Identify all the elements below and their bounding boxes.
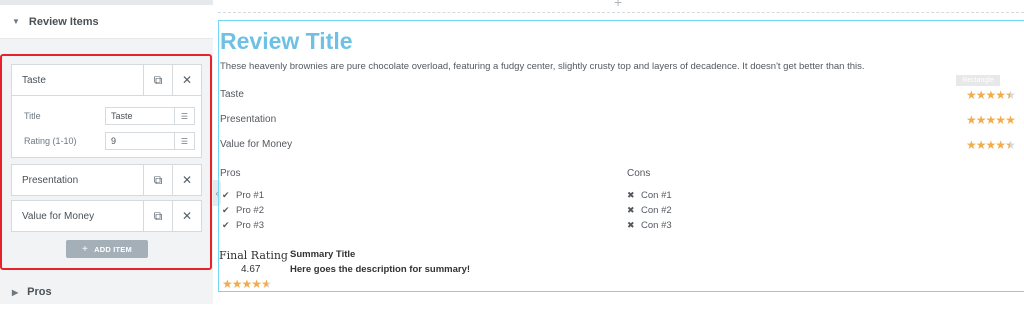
con-item: ✖ Con #3 — [627, 220, 672, 231]
title-input-box: Taste ☰ — [105, 107, 195, 125]
star-icon: ★ — [241, 277, 253, 291]
repeater-row-value-for-money[interactable]: Value for Money ⧉ ✕ — [11, 200, 202, 232]
title-field: Title Taste ☰ — [12, 106, 203, 126]
section-pros-label: Pros — [27, 286, 52, 298]
close-icon[interactable]: ✕ — [172, 65, 201, 95]
rating-label-presentation: Presentation — [220, 114, 277, 125]
repeater-row-title[interactable]: Value for Money — [12, 201, 143, 231]
star-icon: ★ — [995, 138, 1006, 152]
title-field-label: Title — [24, 111, 41, 121]
con-item: ✖ Con #2 — [627, 205, 672, 216]
rating-field-label: Rating (1-10) — [24, 136, 77, 146]
pro-item: ✔ Pro #3 — [222, 220, 264, 231]
star-icon: ★ — [1005, 88, 1016, 102]
con-item-text: Con #3 — [641, 220, 672, 231]
star-icon: ★ — [985, 88, 997, 102]
star-icon: ★ — [966, 138, 977, 152]
cross-icon: ✖ — [627, 190, 635, 200]
con-item-text: Con #1 — [641, 190, 672, 201]
section-review-items-label: Review Items — [28, 15, 99, 28]
rating-input[interactable]: 9 — [106, 133, 174, 149]
copy-icon[interactable]: ⧉ — [143, 201, 172, 231]
caret-right-icon: ▶ — [12, 287, 19, 297]
pros-heading: Pros — [220, 168, 241, 179]
con-item: ✖ Con #1 — [627, 190, 672, 201]
star-rating-value: ★★★★★ — [966, 138, 1016, 152]
star-icon: ★ — [251, 277, 262, 291]
cross-icon: ✖ — [627, 205, 635, 215]
review-title: Review Title — [220, 28, 353, 54]
close-icon[interactable]: ✕ — [172, 201, 201, 231]
title-input[interactable]: Taste — [106, 108, 174, 124]
add-item-label: ADD ITEM — [94, 244, 132, 254]
final-rating-label: Final Rating — [219, 249, 288, 262]
repeater-row-title[interactable]: Taste — [12, 65, 143, 95]
star-icon: ★ — [985, 138, 997, 152]
rating-label-value: Value for Money — [220, 139, 293, 150]
repeater-row-title[interactable]: Presentation — [12, 165, 143, 195]
review-items-repeater: Taste ⧉ ✕ Title Taste ☰ Rating (1-10) 9 … — [0, 54, 212, 270]
rating-field: Rating (1-10) 9 ☰ — [12, 131, 203, 151]
star-icon: ★ — [1005, 113, 1016, 127]
plus-icon: + — [82, 243, 89, 255]
star-icon: ★ — [222, 277, 233, 291]
cons-heading: Cons — [627, 168, 651, 179]
repeater-row-taste[interactable]: Taste ⧉ ✕ — [11, 64, 202, 96]
con-item-text: Con #2 — [641, 205, 672, 216]
check-icon: ✔ — [222, 220, 230, 230]
rectangle-tag: Rectangle — [956, 75, 1000, 86]
add-section-icon[interactable]: + — [614, 0, 622, 10]
caret-down-icon: ▼ — [12, 17, 20, 26]
pro-item: ✔ Pro #1 — [222, 190, 264, 201]
check-icon: ✔ — [222, 205, 230, 215]
copy-icon[interactable]: ⧉ — [143, 65, 172, 95]
star-icon: ★ — [966, 113, 977, 127]
pro-item-text: Pro #2 — [236, 205, 264, 216]
repeater-row-edit-panel: Title Taste ☰ Rating (1-10) 9 ☰ — [11, 96, 202, 158]
summary-description: Here goes the description for summary! — [290, 264, 471, 275]
editor-panel: ▼ Review Items Taste ⧉ ✕ Title Taste ☰ R… — [0, 0, 213, 304]
star-icon: ★ — [966, 88, 977, 102]
star-icon: ★ — [1005, 138, 1016, 152]
star-icon: ★ — [231, 277, 243, 291]
star-icon: ★ — [975, 113, 987, 127]
rating-input-box: 9 ☰ — [105, 132, 195, 150]
section-review-items[interactable]: ▼ Review Items — [0, 5, 213, 39]
database-icon[interactable]: ☰ — [174, 133, 194, 149]
database-icon[interactable]: ☰ — [174, 108, 194, 124]
pro-item-text: Pro #3 — [236, 220, 264, 231]
check-icon: ✔ — [222, 190, 230, 200]
final-star-rating: ★★★★★ — [222, 277, 272, 291]
copy-icon[interactable]: ⧉ — [143, 165, 172, 195]
review-description: These heavenly brownies are pure chocola… — [220, 61, 865, 72]
star-icon: ★ — [995, 88, 1006, 102]
rating-label-taste: Taste — [220, 89, 244, 100]
repeater-row-presentation[interactable]: Presentation ⧉ ✕ — [11, 164, 202, 196]
star-icon: ★ — [985, 113, 997, 127]
pro-item-text: Pro #1 — [236, 190, 264, 201]
star-rating-taste: ★★★★★ — [966, 88, 1016, 102]
add-item-button[interactable]: + ADD ITEM — [66, 240, 148, 258]
close-icon[interactable]: ✕ — [172, 165, 201, 195]
summary-title: Summary Title — [290, 249, 356, 260]
star-rating-presentation: ★★★★★ — [966, 113, 1016, 127]
star-icon: ★ — [261, 277, 272, 291]
section-divider — [218, 12, 1024, 13]
star-icon: ★ — [995, 113, 1006, 127]
final-rating-score: 4.67 — [241, 264, 261, 275]
star-icon: ★ — [975, 138, 987, 152]
cross-icon: ✖ — [627, 220, 635, 230]
pro-item: ✔ Pro #2 — [222, 205, 264, 216]
star-icon: ★ — [975, 88, 987, 102]
